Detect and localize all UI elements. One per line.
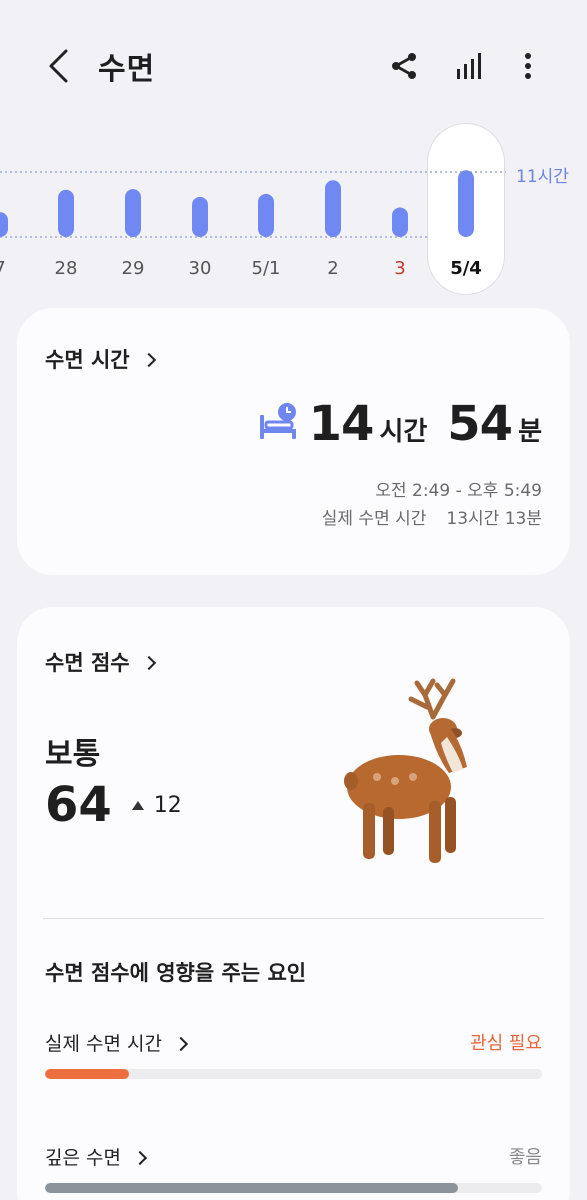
factor-progress-fill: [45, 1069, 130, 1079]
sleep-time-heading[interactable]: 수면 시간: [45, 344, 156, 374]
actual-sleep-line: 실제 수면 시간 13시간 13분: [322, 504, 542, 529]
sleep-time-card[interactable]: 수면 시간 14 시간 54 분 오전 2:49 - 오후 5:49 실제 수면…: [17, 308, 570, 575]
x-axis-label[interactable]: 3: [394, 258, 405, 279]
more-icon: [525, 53, 531, 79]
actual-sleep-label: 실제 수면 시간: [321, 509, 427, 529]
reference-line-label: 11시간: [516, 167, 569, 187]
factor-actual-sleep[interactable]: 실제 수면 시간 관심 필요: [45, 1029, 542, 1089]
sleep-score-heading[interactable]: 수면 점수: [45, 647, 156, 677]
factor-label: 실제 수면 시간: [45, 1033, 162, 1055]
app-header: 수면: [0, 0, 587, 130]
sleep-score-title: 수면 점수: [45, 651, 130, 675]
bed-clock-icon: [260, 403, 296, 439]
back-icon: [49, 49, 68, 83]
x-axis-label[interactable]: 29: [122, 258, 145, 279]
chevron-right-icon: [173, 1036, 189, 1051]
share-icon: [392, 53, 416, 79]
chart-bar[interactable]: [325, 180, 341, 237]
page-title: 수면: [98, 52, 156, 87]
x-axis-label[interactable]: 5/4: [450, 258, 482, 279]
x-axis-label[interactable]: 7: [0, 258, 6, 279]
section-divider: [43, 918, 544, 919]
sleep-page: 수면 11시간 28 29 30 5/1 2 3 5/4 수면 시간 14 시간…: [0, 0, 587, 1200]
up-arrow-icon: [131, 800, 144, 810]
chart-bar[interactable]: [258, 193, 274, 237]
x-axis-label[interactable]: 30: [189, 258, 212, 279]
chart-bar[interactable]: [58, 189, 74, 237]
x-axis-label[interactable]: 2: [327, 258, 338, 279]
x-axis-label[interactable]: 28: [55, 258, 78, 279]
sleep-time-title: 수면 시간: [45, 348, 130, 372]
sleep-grade: 보통: [45, 737, 101, 772]
factor-progress-track: [45, 1069, 542, 1079]
sleep-minutes: 54: [447, 396, 513, 452]
stats-button[interactable]: [449, 46, 489, 86]
factors-title: 수면 점수에 영향을 주는 요인: [45, 961, 307, 985]
sleep-hours-unit: 시간: [379, 417, 428, 447]
chart-bar[interactable]: [125, 189, 141, 237]
sleep-score-card[interactable]: 수면 점수 보통 64 12 수면 점수에 영향을 주는 요인 실제 수면 시간…: [17, 607, 570, 1200]
sleep-score-value: 64 12: [45, 777, 182, 833]
sleep-duration: 14 시간 54 분: [309, 396, 542, 452]
share-button[interactable]: [384, 46, 424, 86]
score-number: 64: [45, 777, 112, 833]
deer-illustration: [344, 678, 467, 863]
chart-bar[interactable]: [392, 207, 408, 237]
more-options-button[interactable]: [508, 46, 548, 86]
chart-bar[interactable]: [458, 170, 474, 237]
factor-progress-fill: [45, 1183, 458, 1193]
sleep-hours: 14: [308, 396, 375, 452]
actual-sleep-value: 13시간 13분: [446, 509, 542, 529]
sleep-minutes-unit: 분: [518, 417, 542, 447]
sleep-chart[interactable]: 11시간 7 28 29 30 5/1 2 3 5/4: [0, 120, 587, 300]
chevron-right-icon: [141, 655, 156, 671]
stats-icon: [457, 53, 481, 79]
chart-bar[interactable]: [192, 196, 208, 237]
factor-label: 깊은 수면: [45, 1147, 121, 1169]
chart-bars: [0, 170, 506, 238]
factor-status: 좋음: [508, 1147, 542, 1168]
factor-status: 관심 필요: [470, 1033, 542, 1054]
factor-label-row: 깊은 수면: [45, 1143, 542, 1170]
x-axis-label[interactable]: 5/1: [252, 258, 281, 279]
factor-deep-sleep[interactable]: 깊은 수면 좋음: [45, 1143, 542, 1200]
factor-progress-track: [45, 1183, 542, 1193]
sleep-time-range: 오전 2:49 - 오후 5:49: [375, 481, 542, 501]
chevron-right-icon: [132, 1150, 148, 1165]
score-delta: 12: [153, 792, 182, 818]
chart-bar[interactable]: [0, 212, 8, 237]
factor-label-row: 실제 수면 시간: [45, 1029, 542, 1056]
back-button[interactable]: [40, 46, 76, 86]
chevron-right-icon: [141, 352, 156, 368]
